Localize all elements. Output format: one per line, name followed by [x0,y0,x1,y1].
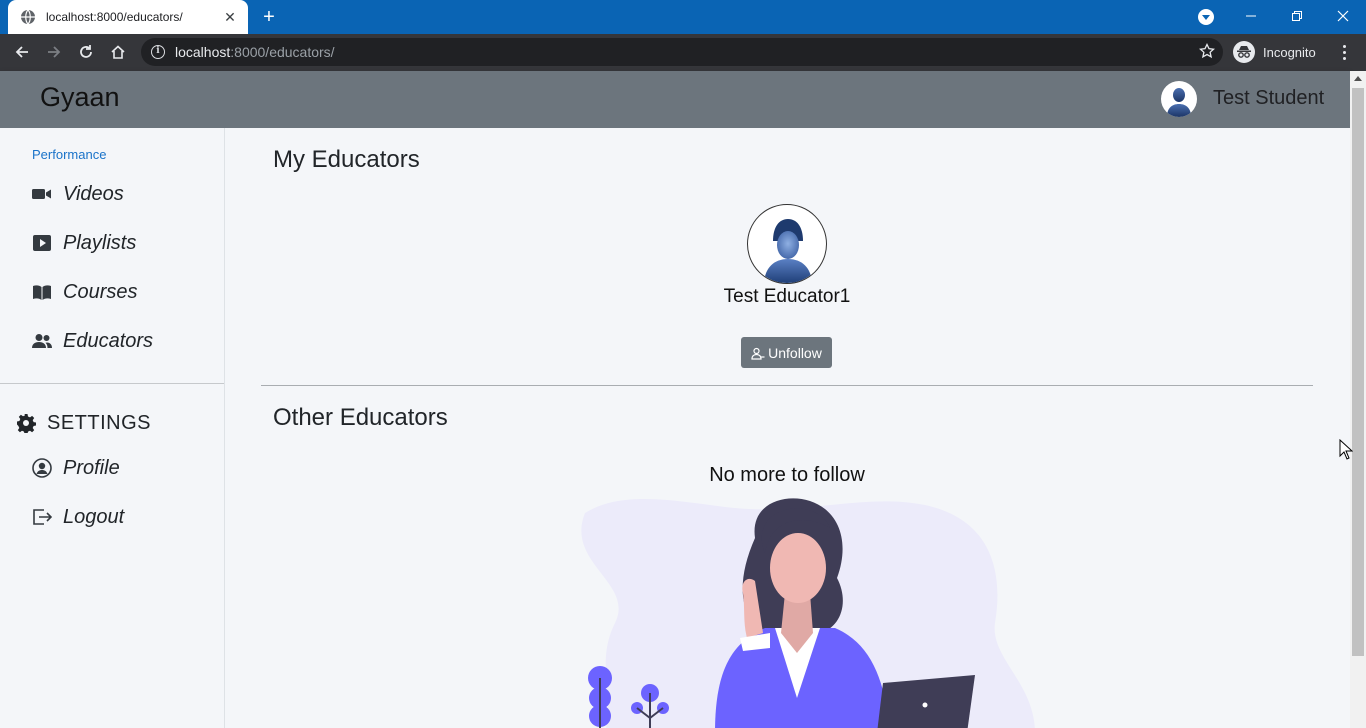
url-path: :8000/educators/ [230,44,335,60]
sidebar-item-label: Logout [63,505,125,528]
sidebar: Performance Videos Playlists Courses Edu… [0,128,225,728]
scrollbar-thumb[interactable] [1352,88,1364,656]
unfollow-button[interactable]: Unfollow [741,337,832,368]
empty-state-message: No more to follow [709,464,865,486]
main-content: My Educators Test Educator1 Unfollow Oth… [225,128,1350,728]
play-square-icon [32,233,52,253]
tab-title: localhost:8000/educators/ [46,10,183,24]
sidebar-item-label: Educators [63,329,154,352]
page-scrollbar[interactable] [1350,71,1366,728]
book-icon [32,282,52,302]
brand-logo[interactable]: Gyaan [40,82,120,113]
settings-label: SETTINGS [47,411,152,434]
incognito-label: Incognito [1263,44,1316,60]
minimize-icon[interactable] [1228,0,1274,32]
sidebar-item-logout[interactable]: Logout [32,503,124,531]
section-title: Other Educators [273,404,448,431]
unfollow-label: Unfollow [768,344,822,361]
close-icon[interactable]: ✕ [222,9,238,26]
window-close-icon[interactable] [1320,0,1366,32]
bookmark-star-icon[interactable] [1199,42,1215,59]
avatar[interactable] [1161,81,1197,117]
educator-name: Test Educator1 [723,286,851,307]
video-camera-icon [32,184,52,204]
browser-toolbar: i localhost:8000/educators/ Incognito [0,34,1366,71]
incognito-icon [1233,41,1255,63]
sidebar-item-label: Courses [63,280,138,303]
sidebar-item-label: Playlists [63,231,137,254]
gear-icon [16,413,36,434]
back-icon[interactable] [10,40,34,64]
scroll-up-icon[interactable] [1354,76,1362,81]
new-tab-icon[interactable]: + [258,7,280,27]
empty-state-illustration [581,498,1035,728]
section-divider [261,385,1313,386]
maximize-icon[interactable] [1274,0,1320,32]
address-bar[interactable]: i localhost:8000/educators/ [141,38,1223,66]
url-host: localhost [175,44,231,60]
globe-icon [20,9,36,25]
sidebar-item-label: Profile [63,456,120,479]
app-header: Gyaan Test Student [0,71,1350,128]
logout-icon [32,507,52,527]
cursor-icon [1339,439,1353,460]
sidebar-item-profile[interactable]: Profile [32,454,120,482]
incognito-indicator[interactable]: Incognito [1233,38,1316,66]
settings-heading: SETTINGS [16,409,151,437]
sidebar-divider [0,383,224,384]
sidebar-item-educators[interactable]: Educators [32,327,153,355]
sidebar-item-courses[interactable]: Courses [32,278,137,306]
sidebar-item-playlists[interactable]: Playlists [32,229,136,257]
sidebar-item-label: Videos [63,182,124,205]
page-title: My Educators [273,146,420,173]
user-circle-icon [32,458,52,478]
home-icon[interactable] [106,40,130,64]
tab-search-icon[interactable] [1198,9,1214,25]
site-info-icon[interactable]: i [151,45,165,59]
user-minus-icon [751,346,765,360]
educator-avatar[interactable] [747,204,827,284]
browser-tab-bar: localhost:8000/educators/ ✕ + [0,0,1366,34]
sidebar-item-videos[interactable]: Videos [32,180,124,208]
menu-icon[interactable] [1336,40,1352,64]
user-name[interactable]: Test Student [1213,87,1324,110]
forward-icon[interactable] [42,40,66,64]
browser-tab[interactable]: localhost:8000/educators/ ✕ [8,0,248,34]
reload-icon[interactable] [74,40,98,64]
sidebar-item-performance[interactable]: Performance [32,147,106,162]
users-icon [32,331,52,351]
